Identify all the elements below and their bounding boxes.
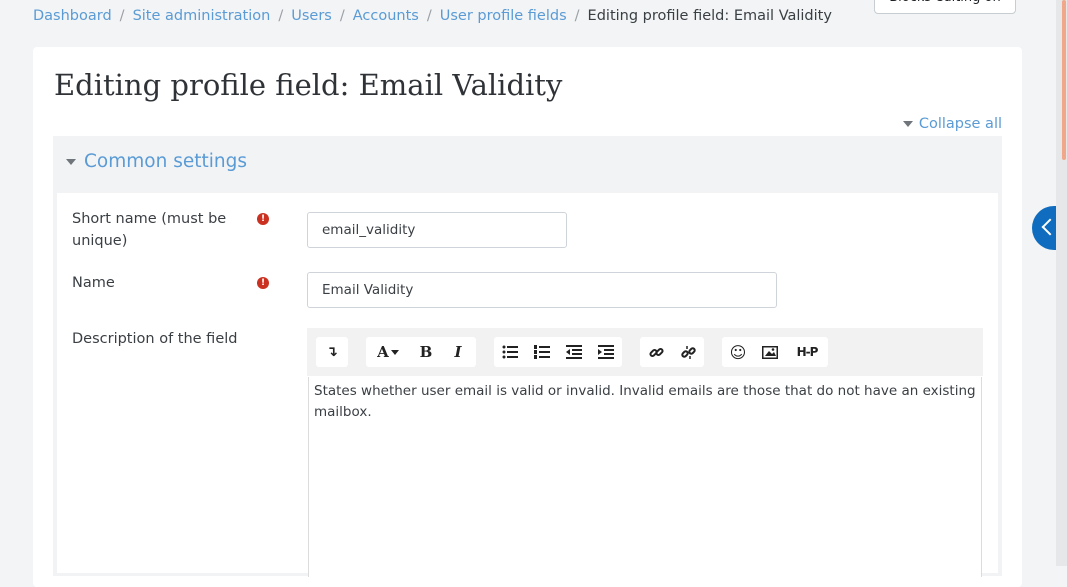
toolbar-group-more: ↴ <box>316 337 348 367</box>
breadcrumb-separator: / <box>278 8 284 24</box>
shortname-label: Short name (must be unique) <box>72 211 227 249</box>
show-more-icon[interactable]: ↴ <box>316 337 348 367</box>
description-editor[interactable]: States whether user email is valid or in… <box>308 377 982 577</box>
breadcrumb-site-administration[interactable]: Site administration <box>133 8 271 24</box>
collapse-all-link[interactable]: Collapse all <box>902 116 1002 132</box>
name-input[interactable] <box>307 272 777 308</box>
caret-down-icon <box>902 121 913 127</box>
name-label: Name <box>72 275 115 291</box>
breadcrumb-users[interactable]: Users <box>291 8 332 24</box>
caret-down-icon <box>66 158 76 165</box>
editor-toolbar: ↴ A B I ☺ H-P <box>307 328 983 376</box>
breadcrumb-dashboard[interactable]: Dashboard <box>33 8 112 24</box>
italic-icon[interactable]: I <box>442 337 474 367</box>
shortname-input[interactable] <box>307 212 567 248</box>
ordered-list-icon[interactable] <box>526 337 558 367</box>
blocks-editing-button[interactable]: Blocks editing on <box>874 0 1016 14</box>
breadcrumb-accounts[interactable]: Accounts <box>353 8 419 24</box>
page-title: Editing profile field: Email Validity <box>54 68 563 102</box>
breadcrumb: Dashboard / Site administration / Users … <box>33 6 832 26</box>
breadcrumb-current: Editing profile field: Email Validity <box>587 8 832 24</box>
link-icon[interactable] <box>640 337 672 367</box>
h5p-icon[interactable]: H-P <box>786 337 828 367</box>
section-legend: Common settings <box>84 151 247 172</box>
dropdown-caret-icon <box>390 349 399 355</box>
description-label: Description of the field <box>72 331 238 347</box>
breadcrumb-separator: / <box>574 8 580 24</box>
collapse-all-label: Collapse all <box>918 116 1002 132</box>
breadcrumb-separator: / <box>119 8 125 24</box>
breadcrumb-separator: / <box>339 8 345 24</box>
required-icon: ! <box>257 213 269 225</box>
toolbar-group-lists <box>494 337 622 367</box>
emoji-icon[interactable]: ☺ <box>722 337 754 367</box>
common-settings-toggle[interactable]: Common settings <box>66 151 247 172</box>
unlink-icon[interactable] <box>672 337 704 367</box>
font-glyph: A <box>377 343 389 361</box>
font-color-icon[interactable]: A <box>366 337 410 367</box>
toolbar-group-links <box>640 337 704 367</box>
unordered-list-icon[interactable] <box>494 337 526 367</box>
breadcrumb-user-profile-fields[interactable]: User profile fields <box>440 8 567 24</box>
toolbar-group-insert: ☺ H-P <box>722 337 828 367</box>
scrollbar-thumb[interactable] <box>1062 0 1066 160</box>
breadcrumb-separator: / <box>426 8 432 24</box>
bold-icon[interactable]: B <box>410 337 442 367</box>
required-icon: ! <box>257 277 269 289</box>
image-icon[interactable] <box>754 337 786 367</box>
indent-icon[interactable] <box>590 337 622 367</box>
outdent-icon[interactable] <box>558 337 590 367</box>
toolbar-group-style: A B I <box>366 337 476 367</box>
